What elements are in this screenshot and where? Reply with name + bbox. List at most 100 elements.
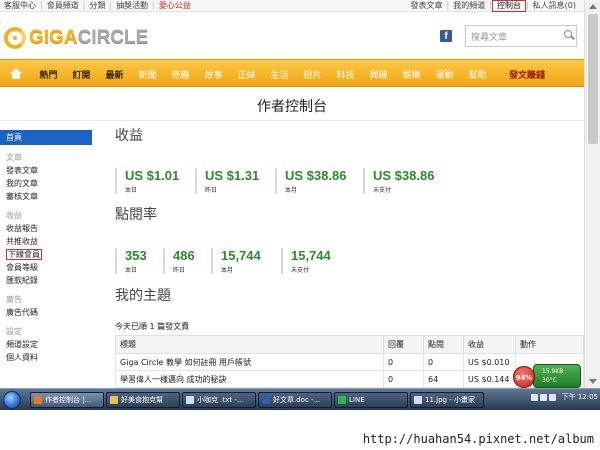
link-lottery[interactable]: 抽獎活動 [112,0,152,12]
scroll-thumb[interactable] [588,14,598,144]
nav-item-girls[interactable]: 正妹 [230,68,263,81]
table-cell: 0 [383,370,424,388]
stat-label: 昨日 [173,267,186,274]
clock[interactable]: 下午 12:05 [562,392,598,402]
sidebar-item-home[interactable]: 首頁 [0,130,92,145]
gigacircle-logo[interactable]: GIGACIRCLE [4,27,148,49]
folder-icon [110,396,118,404]
system-monitor-widget[interactable]: 15.9KB 30°C 94% [513,364,581,388]
nav-item-entertainment[interactable]: 娛樂 [395,68,428,81]
nav-item-news[interactable]: 新聞 [131,68,164,81]
task-label: 11.jpg - 小畫家 [425,396,475,404]
start-button-icon[interactable] [3,391,21,409]
nav-item-latest[interactable]: 最新 [98,68,131,81]
sidebar-item-shared-earnings[interactable]: 共推收益 [0,235,92,248]
browser-icon [34,396,42,404]
link-control-panel[interactable]: 控制台 [491,0,526,12]
scroll-up-icon[interactable] [589,4,597,9]
link-customer-service[interactable]: 客服中心 [0,0,40,12]
topic-title-link[interactable]: Giga Circle 教學 如何註冊 用戶帳號 [115,353,384,371]
monitor-panel: 15.9KB 30°C [533,364,581,388]
logo-text-circle: CIRCLE [77,27,149,48]
monitor-line-2: 30°C [542,377,557,384]
table-cell: 0 [383,353,424,371]
tray-icon[interactable] [530,393,538,401]
sidebar-item-member-level[interactable]: 會員等級 [0,261,92,274]
vertical-scrollbar[interactable] [584,0,600,388]
nav-item-story[interactable]: 故事 [197,68,230,81]
stat-card: 15,744 本月 [211,248,281,274]
topics-note: 今天已順 1 篇發文費 [115,322,190,331]
task-label: LINE [349,396,365,404]
column-header: 動作 [515,335,584,354]
volume-icon[interactable] [548,393,556,401]
sidebar-item-downline-members[interactable]: 下線會員 [0,248,92,261]
stat-label: 未支付 [373,187,392,194]
stat-card: 486 昨日 [163,248,211,274]
search-input[interactable]: 搜尋文章 [465,25,577,47]
table-cell: US $0.010 [463,353,516,371]
sidebar-item-ad-code[interactable]: 廣告代碼 [0,306,92,319]
taskbar-item-folder[interactable]: 好美食抱克幫 [106,392,180,408]
nav-item-odd[interactable]: 奇趣 [164,68,197,81]
nav-item-help[interactable]: 幫助 [461,68,494,81]
stat-card: US $38.86 未支付 [363,168,451,194]
sidebar-section-ads: 廣告 [6,295,22,304]
stat-value: US $38.86 [285,168,347,183]
taskbar-item-paint[interactable]: 11.jpg - 小畫家 [410,392,484,408]
stat-value: 486 [173,248,195,263]
link-charity[interactable]: 愛心公益 [155,0,195,12]
link-my-channel[interactable]: 我的頻道 [449,0,489,12]
nav-item-sports[interactable]: 運動 [428,68,461,81]
nav-item-tech[interactable]: 科技 [329,68,362,81]
stat-card: US $1.31 昨日 [195,168,275,194]
column-header: 收益 [463,335,516,354]
nav-item-subscribe[interactable]: 訂閱 [65,68,98,81]
link-private-messages[interactable]: 私人訊息(0) [529,0,580,12]
home-icon[interactable] [10,68,22,79]
sidebar-item-channel-settings[interactable]: 頻道設定 [0,338,92,351]
search-icon[interactable] [564,30,572,38]
nav-item-life[interactable]: 生活 [263,68,296,81]
link-post-article[interactable]: 發表文章 [407,0,447,12]
topic-title-link[interactable]: 學習偉人一樣邁向 成功的秘訣 [115,370,384,388]
sidebar-item-my-articles[interactable]: 我的文章 [0,177,92,190]
sidebar-item-remittance[interactable]: 匯款紀錄 [0,274,92,287]
nav-item-hobby[interactable]: 興趣 [362,68,395,81]
stat-value: 15,744 [221,248,261,263]
column-header: 標題 [115,335,384,354]
views-stats: 353 本日 486 昨日 15,744 本月 15,744 未支付 [115,248,351,274]
stat-label: 昨日 [205,187,218,194]
line-app-icon [338,396,346,404]
stat-value: US $1.01 [125,168,180,183]
taskbar-item-browser[interactable]: 作者控制台 |... [30,392,104,408]
link-member-channel[interactable]: 會員頻道 [43,0,83,12]
logo-mark-icon [4,27,26,49]
taskbar-item-line[interactable]: LINE [334,392,408,408]
sidebar-item-earnings-report[interactable]: 收益報告 [0,222,92,235]
stat-label: 本月 [285,187,298,194]
category-nav: 熱門 訂閱 最新 新聞 奇趣 故事 正妹 生活 短片 科技 興趣 娛樂 運動 幫… [0,59,584,87]
sidebar-item-profile[interactable]: 個人資料 [0,351,92,364]
album-url: http://huahan54.pixnet.net/album [362,432,594,446]
utility-bar: 客服中心 | 會員頻道 | 分類 | 抽獎活動 | 愛心公益 發表文章 | 我的頻道 | 控… [0,0,584,12]
topics-heading: 我的主題 [115,288,171,304]
sidebar-item-post-article[interactable]: 發表文章 [0,164,92,177]
paint-icon [414,396,422,404]
monitor-line-1: 15.9KB [542,368,564,375]
facebook-icon[interactable]: f [440,30,452,42]
stat-label: 未支付 [291,267,310,274]
nav-item-clips[interactable]: 短片 [296,68,329,81]
nav-item-hot[interactable]: 熱門 [32,68,65,81]
monitor-percent-badge: 94% [513,366,535,388]
windows-taskbar: 作者控制台 |... 好美食抱克幫 小咖克 .txt -... 好文章.doc … [0,388,600,410]
taskbar-item-word[interactable]: 好文章.doc -... [258,392,332,408]
taskbar-item-notepad[interactable]: 小咖克 .txt -... [182,392,256,408]
nav-item-earn[interactable]: 發文賺錢 [502,68,552,81]
scroll-down-icon[interactable] [589,379,597,384]
network-icon[interactable] [539,393,547,401]
stat-label: 本月 [221,267,234,274]
sidebar-item-review-articles[interactable]: 審核文章 [0,190,92,203]
system-tray: 下午 12:05 [530,392,598,402]
link-categories[interactable]: 分類 [85,0,109,12]
